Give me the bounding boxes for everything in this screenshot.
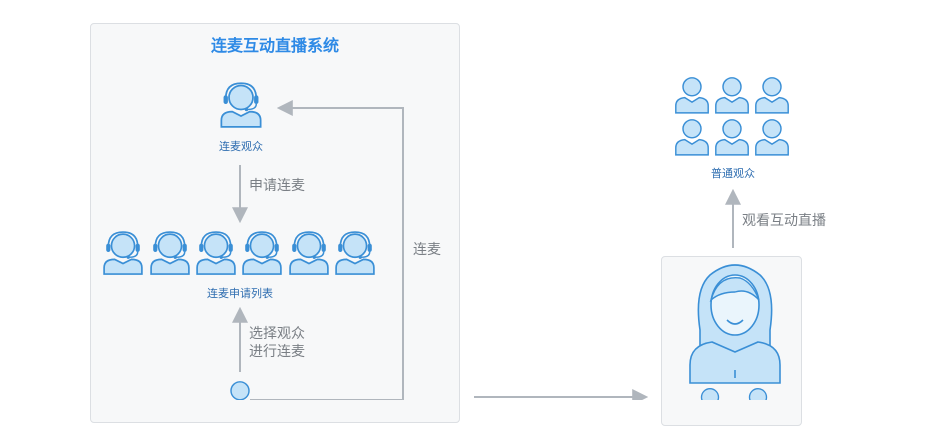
co-host-icon (742, 388, 774, 400)
host-operator-icon (223, 381, 257, 400)
viewer-icon (715, 77, 749, 114)
select-label-line1: 选择观众 (249, 326, 305, 342)
applicant-icon (289, 231, 329, 275)
applicant-icon (335, 231, 375, 275)
applicant-icon (242, 231, 282, 275)
ordinary-viewers-label: 普通观众 (711, 167, 755, 180)
viewer-icon (675, 77, 709, 114)
apply-list-icons (103, 231, 375, 275)
connected-viewer-icon (220, 82, 262, 128)
ordinary-viewers-icons (675, 77, 789, 156)
select-label-line2: 进行连麦 (249, 344, 305, 360)
viewer-icon (755, 119, 789, 156)
viewer-icon (675, 119, 709, 156)
connected-viewer-label: 连麦观众 (219, 140, 263, 153)
co-host-icons (694, 388, 774, 400)
streamer-icon (689, 264, 781, 384)
watch-label: 观看互动直播 (742, 213, 826, 229)
applicant-icon (196, 231, 236, 275)
viewer-icon (755, 77, 789, 114)
connect-label: 连麦 (413, 242, 441, 258)
applicant-icon (150, 231, 190, 275)
applicant-icon (103, 231, 143, 275)
apply-list-label: 连麦申请列表 (207, 287, 273, 300)
system-title: 连麦互动直播系统 (210, 36, 339, 55)
viewer-icon (715, 119, 749, 156)
apply-label: 申请连麦 (249, 178, 305, 194)
co-host-icon (694, 388, 726, 400)
diagram-canvas: 连麦互动直播系统 连麦观众 申请连麦 连麦申请列表 选择观众 进行连麦 连麦 普… (0, 0, 938, 426)
diagram-graphics (103, 77, 789, 400)
